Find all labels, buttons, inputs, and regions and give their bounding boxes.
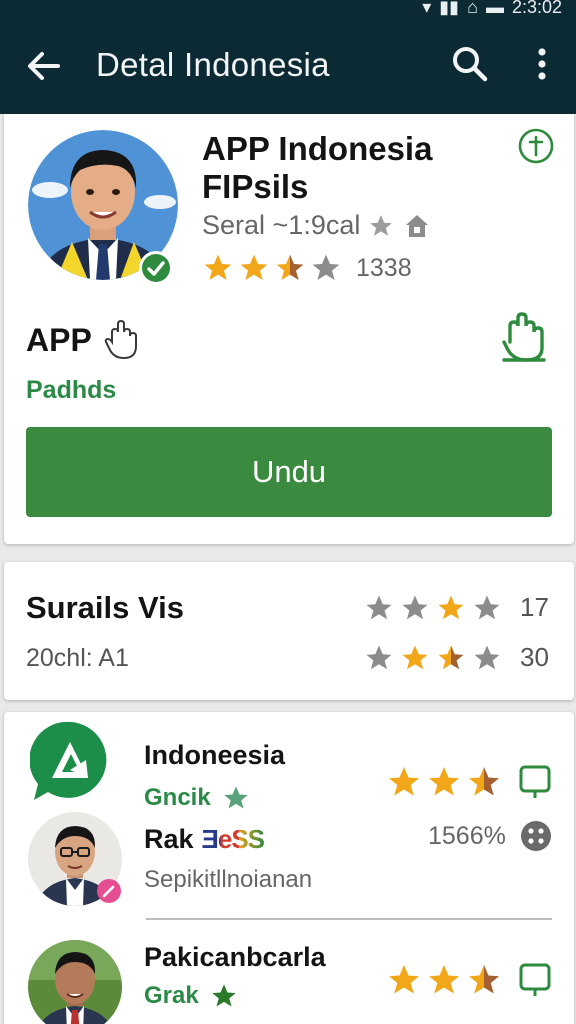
list-item-title: Indoneesia [144,740,286,770]
list-item-subtitle-row: Grak [144,982,239,1010]
star-empty-icon [474,595,500,619]
review-count: 17 [520,592,549,622]
rating-stars [202,252,342,284]
app-rating: 1338 [202,252,412,284]
publisher-link[interactable]: Padhds [26,376,116,405]
star-filled-icon [240,254,268,280]
review-stars [364,593,502,623]
brand-text: ƎeSS [201,824,265,854]
app-subtitle-row: Seral ~1:9cal [202,210,432,241]
list-item-title: Rak [144,824,194,854]
star-empty-icon [402,595,428,619]
app-subtitle: Seral ~1:9cal [202,210,361,240]
page-title: Detal Indonesia [96,46,330,83]
star-filled-icon [204,254,232,280]
star-filled-icon [438,595,464,619]
review-count: 30 [520,642,549,672]
status-bar: ▾ ▮▮ ⌂ ▬ 2:3:02 [0,0,576,17]
list-item-title: Pakicanbcarla [144,942,326,972]
list-item-subtitle-row: Gncik [144,784,251,812]
edit-badge-icon [97,879,121,903]
star-filled-icon [389,965,419,994]
list-item-subtitle: Gncik [144,784,211,811]
star-half-icon [469,767,499,796]
review-row: 17 [364,592,549,623]
related-list-card: Indoneesia Gncik Rak ƎeSS Sepikitllnoian [4,712,574,1024]
review-stars [364,643,502,673]
verified-badge-icon [139,251,173,285]
review-row: 30 [364,642,549,673]
list-item-title-row: Rak ƎeSS [144,824,265,855]
app-title: APP Indonesia FIPsils [202,130,433,205]
list-item-rating [386,764,502,800]
hand-icon[interactable] [104,320,140,360]
star-badge-icon [212,984,236,1007]
person-avatar [28,940,122,1024]
reviews-card: Surails Vis 20chl: A1 17 30 [4,562,574,700]
install-button[interactable]: Undu [26,427,552,517]
star-empty-icon [312,254,340,280]
chat-bubble-icon [30,721,107,800]
star-empty-icon [366,645,392,669]
add-circle-icon[interactable] [518,128,554,164]
list-item-subtitle: Grak [144,982,199,1009]
app-header-card: APP Indonesia FIPsils Seral ~1:9cal 1338… [4,114,574,544]
more-vert-icon[interactable] [528,44,556,84]
star-empty-icon [474,645,500,669]
star-badge-icon [224,786,248,809]
star-filled-icon [389,767,419,796]
list-divider [146,918,552,920]
star-filled-icon [402,645,428,669]
star-outline-icon [370,214,393,236]
reviews-subtitle: 20chl: A1 [26,644,129,672]
list-item-rating [386,962,502,998]
gesture-icon[interactable] [500,312,548,364]
star-half-icon [469,965,499,994]
list-item-percent: 1566% [428,822,506,850]
options-icon[interactable] [520,820,552,852]
search-icon[interactable] [450,44,490,84]
app-label: APP [26,321,92,358]
star-filled-icon [429,767,459,796]
app-label-row: APP [26,320,140,360]
list-item[interactable]: Indoneesia Gncik [4,712,574,812]
star-half-icon [438,645,464,669]
star-filled-icon [429,965,459,994]
star-empty-icon [366,595,392,619]
app-bar: Detal Indonesia [0,16,576,114]
reviews-title: Surails Vis [26,590,184,625]
rating-count: 1338 [356,253,412,282]
list-item-subtitle: Sepikitllnoianan [144,866,313,893]
bookmark-icon[interactable] [518,962,552,998]
back-arrow-icon[interactable] [24,46,64,86]
star-half-icon [276,254,304,280]
home-icon [406,214,429,237]
bookmark-icon[interactable] [518,764,552,800]
